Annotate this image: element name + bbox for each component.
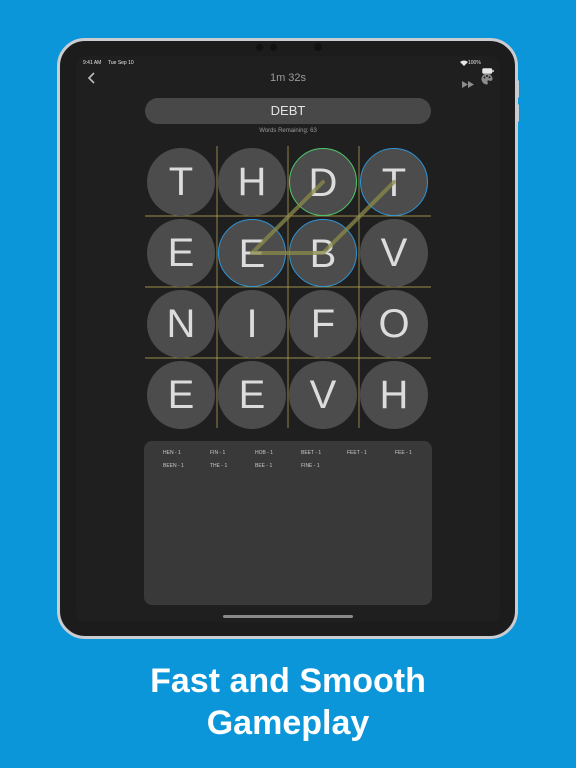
letter-tile[interactable]: E bbox=[147, 219, 215, 287]
found-words-panel: HEN - 1 FIN - 1 HOB - 1 BEET - 1 FEET - … bbox=[144, 441, 432, 605]
found-word: BEEN - 1 bbox=[163, 463, 184, 469]
found-word: HEN - 1 bbox=[163, 450, 181, 456]
battery-percent: 100% bbox=[468, 60, 481, 66]
wifi-icon bbox=[460, 60, 468, 68]
status-date: Tue Sep 10 bbox=[108, 60, 134, 66]
letter-tile[interactable]: O bbox=[360, 290, 428, 358]
found-word: FEE - 1 bbox=[395, 450, 412, 456]
letter-tile[interactable]: T bbox=[147, 148, 215, 216]
letter-tile[interactable]: V bbox=[360, 219, 428, 287]
found-word: BEE - 1 bbox=[255, 463, 273, 469]
letter-tile[interactable]: H bbox=[218, 148, 286, 216]
letter-tile-selected[interactable]: B bbox=[289, 219, 357, 287]
letter-tile-selected[interactable]: T bbox=[360, 148, 428, 216]
caption-line-2: Gameplay bbox=[206, 704, 370, 742]
letter-grid: T H D T E E B V N I F O E E V H bbox=[145, 146, 431, 429]
home-indicator[interactable] bbox=[223, 615, 353, 618]
camera-dot bbox=[270, 44, 277, 51]
current-word-display: DEBT bbox=[145, 98, 431, 124]
status-time: 9:41 AM bbox=[83, 60, 102, 66]
letter-tile[interactable]: E bbox=[218, 361, 286, 429]
camera-lens bbox=[314, 43, 322, 51]
letter-tile[interactable]: V bbox=[289, 361, 357, 429]
found-word: THE - 1 bbox=[210, 463, 228, 469]
found-word: FIN - 1 bbox=[210, 450, 226, 456]
found-word: HOB - 1 bbox=[255, 450, 274, 456]
letter-tile[interactable]: H bbox=[360, 361, 428, 429]
side-button bbox=[516, 104, 519, 122]
letter-tile-selected[interactable]: E bbox=[218, 219, 286, 287]
letter-tile-selected-start[interactable]: D bbox=[289, 148, 357, 216]
letter-tile[interactable]: N bbox=[147, 290, 215, 358]
side-button bbox=[516, 80, 519, 98]
found-word: BEET - 1 bbox=[301, 450, 322, 456]
camera-dot bbox=[256, 44, 263, 51]
letter-tile[interactable]: E bbox=[147, 361, 215, 429]
found-word: FINE - 1 bbox=[301, 463, 320, 469]
words-remaining-label: Words Remaining: 63 bbox=[259, 128, 317, 134]
fast-forward-icon[interactable] bbox=[462, 75, 474, 93]
timer-label: 1m 32s bbox=[269, 72, 307, 84]
palette-icon[interactable] bbox=[481, 72, 493, 85]
promo-caption: Fast and Smooth Gameplay bbox=[0, 660, 576, 744]
letter-tile[interactable]: I bbox=[218, 290, 286, 358]
letter-tile[interactable]: F bbox=[289, 290, 357, 358]
found-word: FEET - 1 bbox=[347, 450, 367, 456]
caption-line-1: Fast and Smooth bbox=[150, 662, 426, 700]
screen: 9:41 AM Tue Sep 10 100% 1m 32s DEBT Word… bbox=[76, 56, 500, 622]
